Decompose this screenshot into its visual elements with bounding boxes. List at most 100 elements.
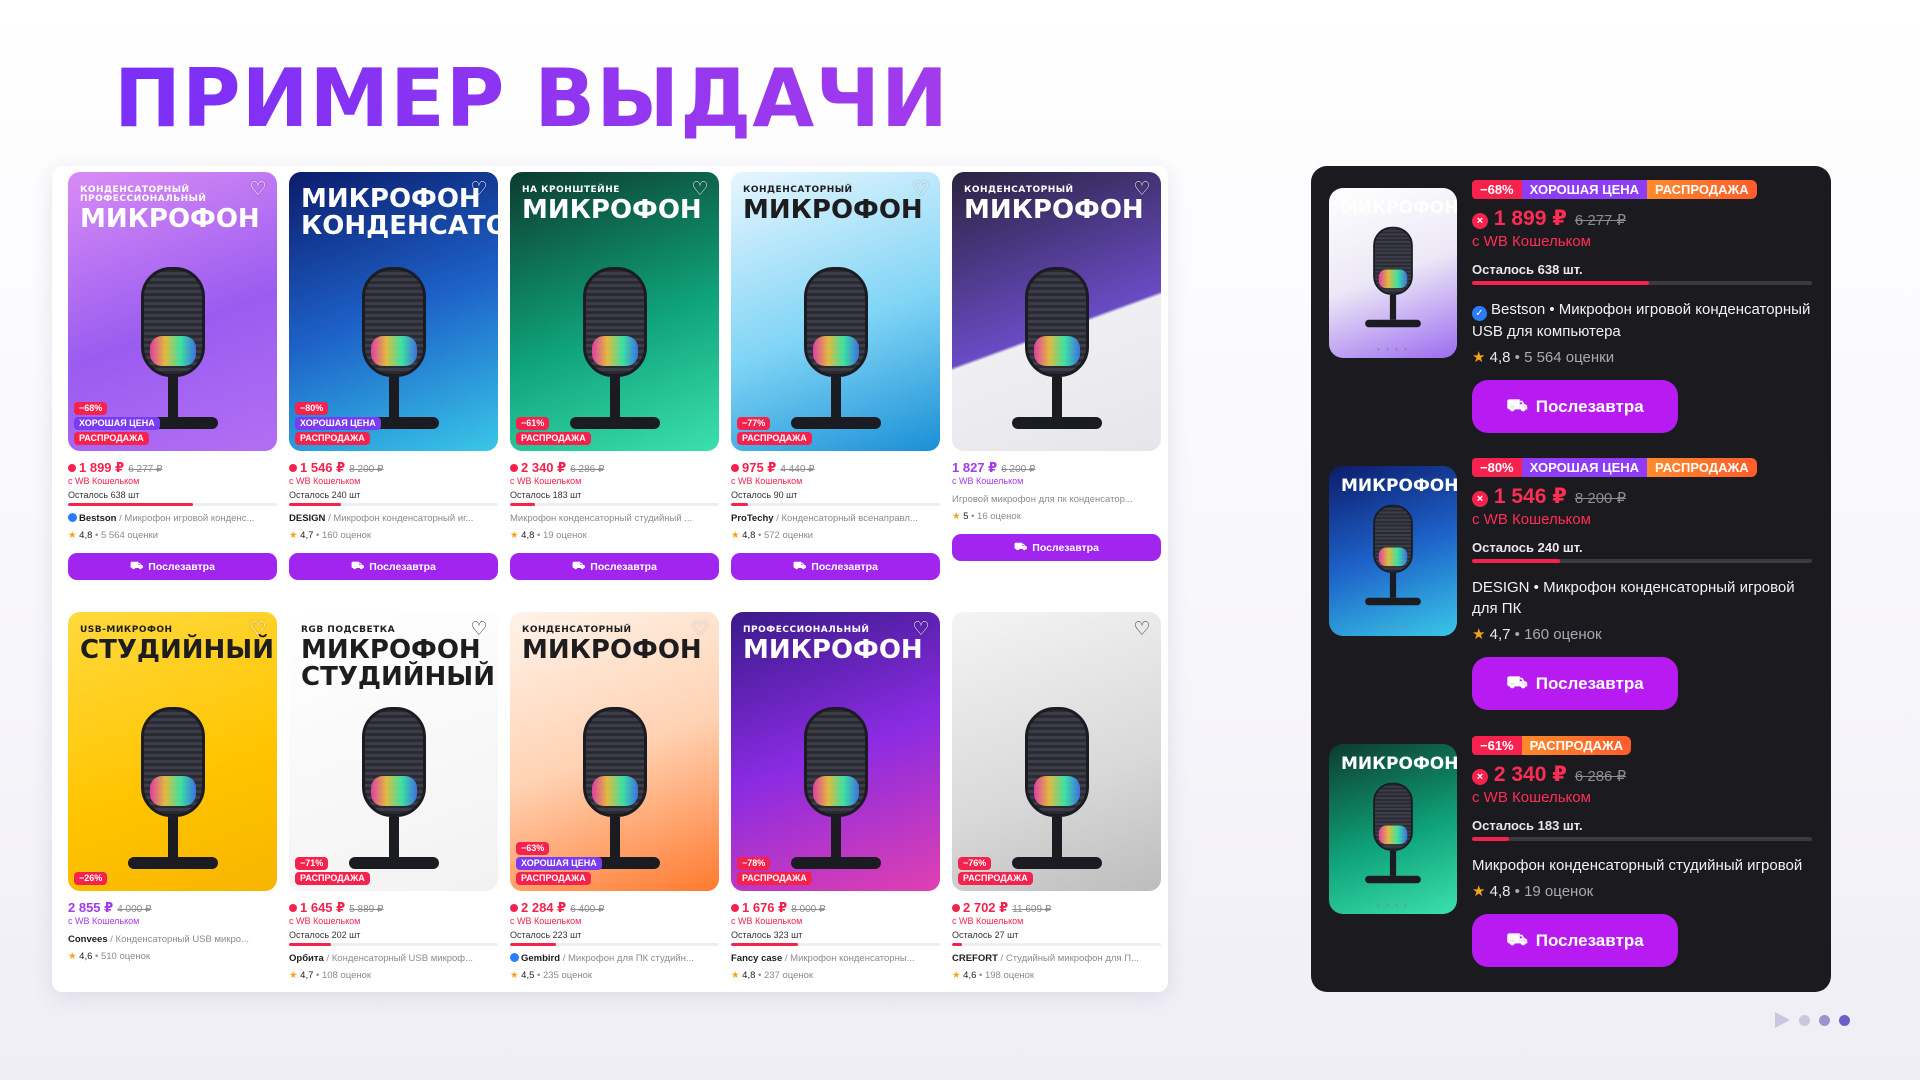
wallet-dot-icon — [731, 464, 739, 472]
star-icon: ★ — [510, 530, 522, 541]
rating: ★ 4,7 • 108 оценок — [289, 970, 372, 981]
wallet-dot-icon — [510, 904, 518, 912]
delivery-button[interactable]: ⛟ Послезавтра — [68, 553, 277, 580]
mic-base — [1365, 597, 1421, 606]
heart-icon[interactable]: ♡ — [689, 178, 711, 200]
heart-icon[interactable]: ♡ — [247, 178, 269, 200]
product-grid: конденсаторный профессиональный МИКРОФОН ♡… — [68, 172, 1161, 992]
heart-icon[interactable]: ♡ — [910, 618, 932, 640]
product-card[interactable]: ПРОФЕССИОНАЛЬНЫЙ МИКРОФОН ♡ −78% РАСПРОДАЖА 1… — [731, 612, 940, 992]
product-thumbnail[interactable]: МИКРОФОН • • • • — [1329, 188, 1457, 358]
rating-value: 4,8 — [1489, 349, 1511, 366]
product-card[interactable]: конденсаторный МИКРОФОН ♡ 1 827 ₽6 200 ₽ с W… — [952, 172, 1161, 606]
product-name[interactable]: Fancy case / Микрофон конденсаторны... — [731, 953, 940, 964]
product-name[interactable]: Bestson / Микрофон игровой конденс... — [68, 513, 277, 524]
product-card[interactable]: конденсаторный МИКРОФОН ♡ −77% РАСПРОДАЖА 975… — [731, 172, 940, 606]
heart-icon[interactable]: ♡ — [1131, 178, 1153, 200]
brand-name: CREFORT — [952, 953, 998, 964]
product-name[interactable]: Микрофон конденсаторный студийный игрово… — [1472, 855, 1812, 876]
product-name[interactable]: Convees / Конденсаторный USB микро... — [68, 934, 277, 945]
pager-dot[interactable] — [1819, 1014, 1830, 1026]
heart-icon[interactable]: ♡ — [247, 618, 269, 640]
dark-product-item[interactable]: МИКРОФОН • • • • −80% ХОРОШАЯ ЦЕНА РАСПРОДАЖ… — [1329, 458, 1813, 736]
stock-bar-fill — [289, 503, 342, 506]
product-image[interactable]: конденсаторный профессиональный МИКРОФОН ♡… — [68, 172, 277, 451]
product-card[interactable]: НА КРОНШТЕЙНЕ МИКРОФОН ♡ −61% РАСПРОДАЖА 2 34… — [510, 172, 719, 606]
product-thumbnail[interactable]: МИКРОФОН • • • • — [1329, 744, 1457, 914]
wallet-note: с WB Кошельком — [68, 916, 140, 926]
heart-icon[interactable]: ♡ — [468, 178, 490, 200]
pager-dot[interactable] — [1799, 1014, 1810, 1026]
product-name[interactable]: ProTechy / Конденсаторный всенаправл... — [731, 513, 940, 524]
rating: ★ 4,8 • 19 оценок — [1472, 883, 1594, 900]
product-image[interactable]: конденсаторный МИКРОФОН ♡ −77% РАСПРОДАЖА — [731, 172, 940, 451]
product-image[interactable]: USB-МИКРОФОН СТУДИЙНЫЙ ♡ −26% — [68, 612, 277, 891]
product-card[interactable]: RGB подсветка Микрофон студийный ♡ −71% РАСП… — [289, 612, 498, 992]
wallet-dot-icon — [68, 464, 76, 472]
badge: −80% — [1472, 458, 1522, 477]
stock-bar-fill — [1472, 559, 1561, 563]
product-image[interactable]: ПРОФЕССИОНАЛЬНЫЙ МИКРОФОН ♡ −78% РАСПРОДАЖА — [731, 612, 940, 891]
play-icon[interactable] — [1775, 1012, 1790, 1028]
heart-icon[interactable]: ♡ — [1131, 618, 1153, 640]
product-tags: −63% ХОРОШАЯ ЦЕНА РАСПРОДАЖА — [516, 842, 602, 885]
dark-product-item[interactable]: МИКРОФОН • • • • −68% ХОРОШАЯ ЦЕНА РАСПРОДАЖ… — [1329, 180, 1813, 458]
slide-pager[interactable] — [1775, 1012, 1850, 1028]
mic-rgb-glow — [370, 776, 417, 806]
product-thumbnail[interactable]: МИКРОФОН • • • • — [1329, 466, 1457, 636]
price-row: 1 645 ₽ 5 889 ₽ — [289, 900, 498, 915]
product-tag: РАСПРОДАЖА — [74, 432, 149, 445]
delivery-button[interactable]: ⛟ Послезавтра — [510, 553, 719, 580]
product-card[interactable]: USB-МИКРОФОН СТУДИЙНЫЙ ♡ −26% 2 855 ₽4 000 ₽… — [68, 612, 277, 992]
delivery-button[interactable]: ⛟ Послезавтра — [1472, 657, 1678, 710]
rating-value: 4,8 — [742, 970, 756, 981]
stock-left: Осталось 638 шт — [68, 490, 140, 500]
delivery-button[interactable]: ⛟ Послезавтра — [1472, 380, 1678, 433]
product-image[interactable]: МИКРОФОН КОНДЕНСАТОРНЫЙ♡ −80% ХОРОШАЯ ЦЕНА… — [289, 172, 498, 451]
dark-product-item[interactable]: МИКРОФОН • • • • −61% РАСПРОДАЖА × 2 340 ₽ 6 … — [1329, 736, 1813, 1014]
product-image[interactable]: конденсаторный МИКРОФОН ♡ — [952, 172, 1161, 451]
product-name[interactable]: Микрофон конденсаторный студийный ... — [510, 513, 719, 524]
delivery-label: Послезавтра — [148, 560, 215, 573]
product-name[interactable]: Орбита / Конденсаторный USB микроф... — [289, 953, 498, 964]
product-image[interactable]: RGB подсветка Микрофон студийный ♡ −71% РАСП… — [289, 612, 498, 891]
stock-bar — [1472, 281, 1812, 285]
rating-value: 4,8 — [521, 530, 535, 541]
product-name[interactable]: DESIGN • Микрофон конденсаторный игровой… — [1472, 577, 1812, 619]
product-image[interactable]: конденсаторный МИКРОФОН ♡ −63% ХОРОШАЯ ЦЕНА Р… — [510, 612, 719, 891]
thumbnail-caption: МИКРОФОН — [1341, 477, 1457, 495]
product-name[interactable]: CREFORT / Студийный микрофон для П... — [952, 953, 1161, 964]
stock-bar — [731, 503, 940, 506]
product-card[interactable]: конденсаторный МИКРОФОН ♡ −63% ХОРОШАЯ ЦЕНА Р… — [510, 612, 719, 992]
product-card[interactable]: ♡ −76% РАСПРОДАЖА 2 702 ₽ 11 609 ₽ с WB Кошел… — [952, 612, 1161, 992]
delivery-button[interactable]: ⛟ Послезавтра — [289, 553, 498, 580]
delivery-button[interactable]: ⛟ Послезавтра — [1472, 914, 1678, 967]
old-price: 8 000 ₽ — [791, 904, 826, 915]
heart-icon[interactable]: ♡ — [910, 178, 932, 200]
mic-stem — [1389, 294, 1397, 320]
heart-icon[interactable]: ♡ — [468, 618, 490, 640]
product-card[interactable]: МИКРОФОН КОНДЕНСАТОРНЫЙ♡ −80% ХОРОШАЯ ЦЕНА… — [289, 172, 498, 606]
delivery-label: Послезавтра — [1535, 396, 1644, 416]
brand-name: ProTechy — [731, 513, 774, 524]
star-icon: ★ — [1472, 883, 1490, 900]
wallet-note: с WB Кошельком — [952, 476, 1024, 486]
wallet-note: с WB Кошельком — [1472, 233, 1591, 250]
product-name[interactable]: DESIGN / Микрофон конденсаторный иг... — [289, 513, 498, 524]
delivery-button[interactable]: ⛟ Послезавтра — [731, 553, 940, 580]
product-image[interactable]: НА КРОНШТЕЙНЕ МИКРОФОН ♡ −61% РАСПРОДАЖА — [510, 172, 719, 451]
product-image[interactable]: ♡ −76% РАСПРОДАЖА — [952, 612, 1161, 891]
product-name[interactable]: Gembird / Микрофон для ПК студийн... — [510, 953, 719, 964]
product-name[interactable]: Игровой микрофон для пк конденсатор... — [952, 494, 1161, 505]
product-name[interactable]: ✓ Bestson • Микрофон игровой конденсаторн… — [1472, 299, 1812, 342]
stock-left: Осталось 90 шт — [731, 490, 798, 500]
product-tag: −76% — [958, 857, 992, 870]
pager-dot-active[interactable] — [1839, 1014, 1850, 1026]
product-card[interactable]: конденсаторный профессиональный МИКРОФОН ♡… — [68, 172, 277, 606]
rating-value: 4,8 — [1489, 883, 1511, 900]
delivery-button[interactable]: ⛟ Послезавтра — [952, 534, 1161, 561]
heart-icon[interactable]: ♡ — [689, 618, 711, 640]
star-icon: ★ — [731, 530, 743, 541]
price-row: 975 ₽ 4 440 ₽ — [731, 460, 940, 475]
price: 1 676 ₽ — [731, 900, 787, 916]
